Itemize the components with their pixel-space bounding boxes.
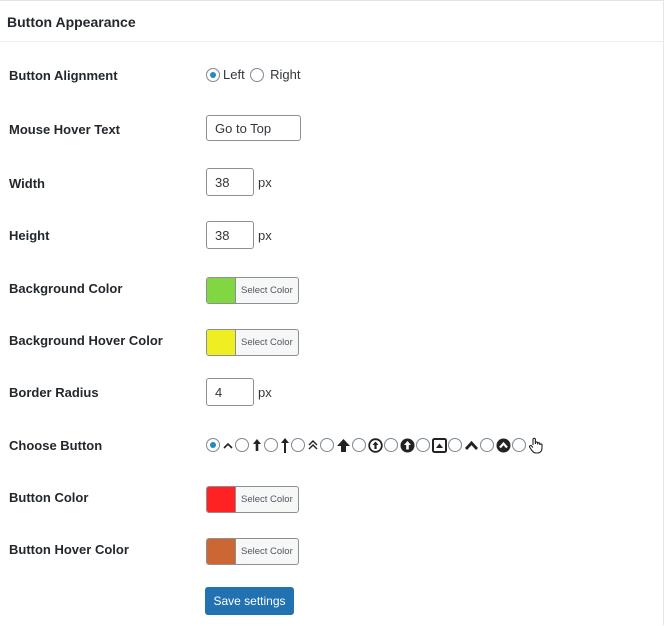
alignment-right-radio[interactable] bbox=[250, 67, 265, 82]
width-unit: px bbox=[258, 174, 272, 190]
bg-color-picker-button[interactable]: Select Color bbox=[206, 277, 299, 304]
filled-circle-chevron-up-icon[interactable] bbox=[496, 438, 511, 453]
height-input[interactable] bbox=[206, 221, 254, 249]
settings-panel: Button Appearance Button Alignment Left … bbox=[0, 0, 664, 625]
button-alignment-control: Left Right bbox=[206, 66, 301, 84]
button-style-radio-10[interactable] bbox=[480, 438, 494, 452]
button-style-radio-3[interactable] bbox=[264, 438, 278, 452]
bg-hover-color-label: Background Hover Color bbox=[9, 333, 163, 348]
square-caret-up-icon[interactable] bbox=[432, 437, 447, 453]
button-style-radio-6[interactable] bbox=[352, 438, 366, 452]
border-radius-control: px bbox=[206, 378, 272, 406]
long-arrow-up-icon[interactable] bbox=[280, 437, 290, 454]
hover-text-input[interactable] bbox=[206, 115, 301, 141]
hover-text-label: Mouse Hover Text bbox=[9, 122, 121, 137]
hand-pointer-up-icon[interactable] bbox=[528, 437, 543, 454]
save-settings-button[interactable]: Save settings bbox=[205, 587, 294, 615]
button-color-label: Button Color bbox=[9, 490, 89, 505]
double-chevron-up-icon[interactable] bbox=[307, 438, 319, 452]
circle-arrow-up-icon[interactable] bbox=[368, 437, 383, 453]
title-divider bbox=[0, 41, 664, 42]
bg-color-swatch bbox=[207, 278, 236, 303]
border-radius-unit: px bbox=[258, 384, 272, 400]
button-style-radio-5[interactable] bbox=[320, 438, 334, 452]
alignment-right-label[interactable]: Right bbox=[270, 67, 300, 82]
choose-button-label: Choose Button bbox=[9, 438, 103, 453]
button-style-radio-4[interactable] bbox=[291, 438, 305, 452]
arrow-up-icon[interactable] bbox=[251, 437, 263, 453]
bg-hover-color-swatch bbox=[207, 330, 236, 355]
button-style-radio-2[interactable] bbox=[235, 438, 249, 452]
border-radius-input[interactable] bbox=[206, 378, 254, 406]
border-radius-label: Border Radius bbox=[9, 385, 99, 400]
alignment-left-radio[interactable] bbox=[206, 67, 220, 82]
alignment-left-label[interactable]: Left bbox=[223, 67, 245, 82]
button-color-swatch bbox=[207, 487, 236, 512]
button-style-radio-9[interactable] bbox=[448, 438, 462, 452]
button-style-radio-7[interactable] bbox=[384, 438, 398, 452]
chevron-up-icon[interactable] bbox=[464, 439, 479, 452]
button-style-radio-8[interactable] bbox=[416, 438, 430, 452]
width-input[interactable] bbox=[206, 168, 254, 196]
button-style-radio-11[interactable] bbox=[512, 438, 526, 452]
filled-circle-arrow-up-icon[interactable] bbox=[400, 438, 415, 453]
button-hover-color-swatch bbox=[207, 539, 236, 564]
width-label: Width bbox=[9, 176, 45, 191]
button-hover-color-label: Button Hover Color bbox=[9, 542, 129, 557]
panel-title: Button Appearance bbox=[7, 14, 136, 30]
button-style-radio-1[interactable] bbox=[206, 438, 220, 452]
height-control: px bbox=[206, 221, 272, 249]
width-control: px bbox=[206, 168, 272, 196]
bg-hover-color-picker-button[interactable]: Select Color bbox=[206, 329, 299, 356]
height-label: Height bbox=[9, 228, 50, 243]
bold-arrow-up-icon[interactable] bbox=[336, 438, 351, 453]
choose-button-options bbox=[206, 436, 544, 454]
button-color-picker-button[interactable]: Select Color bbox=[206, 486, 299, 513]
button-hover-color-picker-button[interactable]: Select Color bbox=[206, 538, 299, 565]
button-color-button-label: Select Color bbox=[241, 494, 293, 505]
bg-color-button-label: Select Color bbox=[241, 285, 293, 296]
bg-color-label: Background Color bbox=[9, 281, 123, 296]
height-unit: px bbox=[258, 227, 272, 243]
bg-hover-color-button-label: Select Color bbox=[241, 337, 293, 348]
caret-up-icon[interactable] bbox=[222, 438, 234, 452]
button-alignment-label: Button Alignment bbox=[9, 68, 118, 83]
button-hover-color-button-label: Select Color bbox=[241, 546, 293, 557]
